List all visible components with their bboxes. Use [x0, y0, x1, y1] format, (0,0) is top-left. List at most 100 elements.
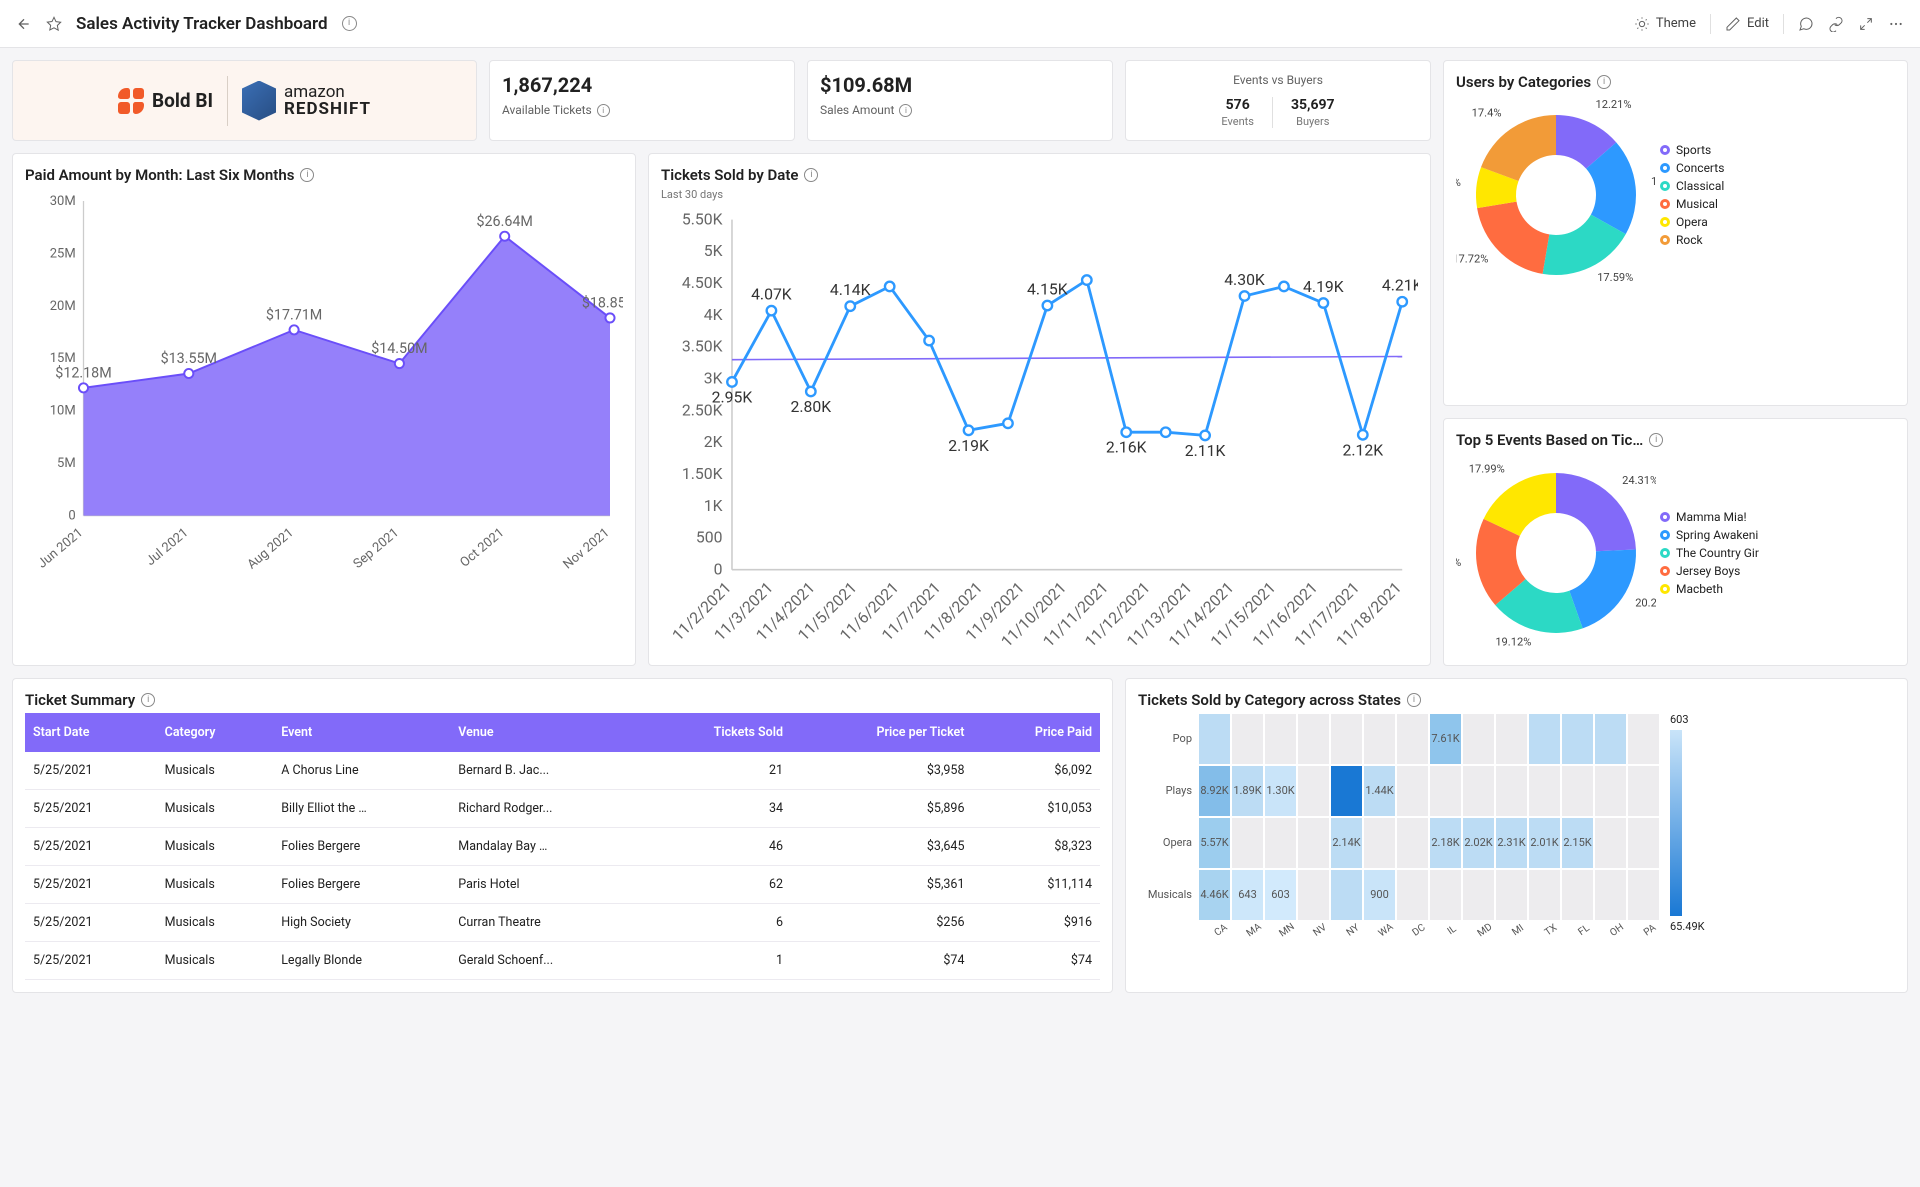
- kpi-label: Available Tickets: [502, 103, 592, 117]
- kpi-value: $109.68M: [820, 73, 1100, 97]
- logo-card: Bold BI amazonREDSHIFT: [12, 60, 477, 141]
- card-title: Users by Categories: [1456, 73, 1591, 91]
- svg-text:17.59%: 17.59%: [1597, 271, 1633, 284]
- table-row[interactable]: 5/25/2021MusicalsFolies BergereMandalay …: [25, 827, 1100, 865]
- info-icon[interactable]: i: [1649, 433, 1663, 447]
- svg-text:2.16K: 2.16K: [1106, 438, 1147, 457]
- table-row[interactable]: 5/25/2021MusicalsBilly Elliot the …Richa…: [25, 789, 1100, 827]
- info-icon[interactable]: i: [342, 16, 357, 31]
- comment-icon[interactable]: [1798, 16, 1814, 32]
- svg-text:$18.85M: $18.85M: [582, 295, 623, 312]
- buyers-value: 35,697: [1291, 97, 1335, 113]
- theme-button[interactable]: Theme: [1634, 16, 1696, 32]
- kpi-events-vs-buyers: Events vs Buyers 576Events 35,697Buyers: [1125, 60, 1431, 141]
- svg-text:2.12K: 2.12K: [1342, 440, 1383, 459]
- svg-text:3.50K: 3.50K: [682, 337, 723, 356]
- info-icon[interactable]: i: [597, 104, 610, 117]
- card-title: Paid Amount by Month: Last Six Months: [25, 166, 294, 184]
- paid-by-month-chart[interactable]: 05M10M15M20M25M30M$12.18MJun 2021$13.55M…: [25, 188, 623, 578]
- svg-text:17.4%: 17.4%: [1472, 107, 1502, 120]
- ticket-summary-table[interactable]: Start DateCategoryEventVenueTickets Sold…: [25, 713, 1100, 980]
- card-title: Tickets Sold by Category across States: [1138, 691, 1401, 709]
- svg-text:7.47%: 7.47%: [1456, 176, 1461, 189]
- svg-text:Oct 2021: Oct 2021: [457, 525, 507, 570]
- star-icon[interactable]: [46, 16, 62, 32]
- info-icon[interactable]: i: [899, 104, 912, 117]
- divider: [1783, 14, 1784, 34]
- heatmap-scale-min: 603: [1670, 713, 1689, 726]
- svg-text:$13.55M: $13.55M: [161, 350, 217, 367]
- svg-text:2.11K: 2.11K: [1185, 441, 1226, 460]
- svg-text:1K: 1K: [704, 496, 723, 515]
- svg-text:24.31%: 24.31%: [1622, 474, 1656, 487]
- svg-text:2.80K: 2.80K: [791, 397, 832, 416]
- svg-text:5K: 5K: [704, 241, 723, 260]
- info-icon[interactable]: i: [141, 693, 155, 707]
- svg-text:5M: 5M: [57, 456, 76, 471]
- svg-text:3K: 3K: [704, 368, 723, 387]
- card-title: Top 5 Events Based on Tic…: [1456, 431, 1643, 449]
- svg-text:17.72%: 17.72%: [1456, 252, 1488, 265]
- svg-text:$17.71M: $17.71M: [266, 306, 322, 323]
- buyers-label: Buyers: [1291, 115, 1335, 128]
- tickets-by-date-card: Tickets Sold by Datei Last 30 days 05001…: [648, 153, 1431, 666]
- card-subtitle: Last 30 days: [661, 188, 1418, 201]
- svg-text:2.19K: 2.19K: [948, 436, 989, 455]
- users-donut-chart[interactable]: 12.21%17.61%17.59%17.72%7.47%17.4%Sports…: [1456, 95, 1895, 295]
- svg-text:Jun 2021: Jun 2021: [35, 525, 86, 571]
- svg-text:0: 0: [714, 559, 723, 578]
- svg-text:0: 0: [68, 509, 75, 524]
- svg-text:20M: 20M: [50, 299, 76, 314]
- paid-by-month-card: Paid Amount by Month: Last Six Months i 0…: [12, 153, 636, 666]
- svg-text:4.07K: 4.07K: [751, 285, 792, 304]
- pencil-icon: [1725, 16, 1741, 32]
- events-value: 576: [1221, 97, 1254, 113]
- heatmap-scale-max: 65.49K: [1670, 920, 1705, 933]
- tickets-by-date-chart[interactable]: 05001K1.50K2K2.50K3K3.50K4K4.50K5K5.50K2…: [661, 207, 1418, 649]
- edit-button[interactable]: Edit: [1725, 16, 1769, 32]
- svg-text:4.14K: 4.14K: [830, 280, 871, 299]
- table-row[interactable]: 5/25/2021MusicalsA Chorus LineBernard B.…: [25, 752, 1100, 790]
- divider: [1710, 14, 1711, 34]
- more-icon[interactable]: [1888, 16, 1904, 32]
- page-title: Sales Activity Tracker Dashboard: [76, 14, 328, 34]
- svg-text:2.95K: 2.95K: [712, 387, 753, 406]
- heatmap-card: Tickets Sold by Category across Statesi …: [1125, 678, 1908, 993]
- edit-label: Edit: [1747, 16, 1769, 31]
- svg-text:12.21%: 12.21%: [1596, 98, 1632, 111]
- heatmap-chart[interactable]: Pop7.61KPlays8.92K1.89K1.30K1.44KOpera5.…: [1138, 713, 1660, 938]
- svg-text:25M: 25M: [50, 246, 76, 261]
- boldbi-logo: Bold BI: [118, 88, 213, 114]
- info-icon[interactable]: i: [1407, 693, 1421, 707]
- topbar: Sales Activity Tracker Dashboard i Theme…: [0, 0, 1920, 48]
- kpi-label: Sales Amount: [820, 103, 894, 117]
- card-title: Ticket Summary: [25, 691, 135, 709]
- svg-text:10M: 10M: [50, 404, 76, 419]
- kpi-available-tickets: 1,867,224 Available Ticketsi: [489, 60, 795, 141]
- info-icon[interactable]: i: [804, 168, 818, 182]
- top5-events-card: Top 5 Events Based on Tic… i 24.31% 20.28%…: [1443, 418, 1908, 666]
- svg-text:Aug 2021: Aug 2021: [245, 525, 297, 572]
- svg-text:1.50K: 1.50K: [682, 464, 723, 483]
- svg-text:4.19K: 4.19K: [1303, 277, 1344, 296]
- back-icon[interactable]: [16, 16, 32, 32]
- link-icon[interactable]: [1828, 16, 1844, 32]
- table-row[interactable]: 5/25/2021MusicalsFolies BergereParis Hot…: [25, 865, 1100, 903]
- svg-text:$26.64M: $26.64M: [477, 213, 533, 230]
- svg-text:20.28%: 20.28%: [1635, 596, 1656, 609]
- info-icon[interactable]: i: [1597, 75, 1611, 89]
- svg-text:4.30K: 4.30K: [1224, 270, 1265, 289]
- expand-icon[interactable]: [1858, 16, 1874, 32]
- svg-text:17.61%: 17.61%: [1651, 175, 1656, 188]
- svg-text:4.50K: 4.50K: [682, 273, 723, 292]
- svg-text:Sep 2021: Sep 2021: [351, 525, 402, 571]
- svg-text:17.99%: 17.99%: [1469, 462, 1505, 475]
- table-row[interactable]: 5/25/2021MusicalsHigh SocietyCurran Thea…: [25, 903, 1100, 941]
- svg-text:2K: 2K: [704, 432, 723, 451]
- svg-text:18.3%: 18.3%: [1456, 555, 1461, 568]
- svg-text:$14.50M: $14.50M: [371, 340, 427, 357]
- dashboard-grid: Bold BI amazonREDSHIFT 1,867,224 Availab…: [0, 48, 1920, 1005]
- table-row[interactable]: 5/25/2021MusicalsLegally BlondeGerald Sc…: [25, 941, 1100, 979]
- top5-donut-chart[interactable]: 24.31%20.28%19.12%18.3%17.99%Mamma Mia!S…: [1456, 453, 1895, 653]
- info-icon[interactable]: i: [300, 168, 314, 182]
